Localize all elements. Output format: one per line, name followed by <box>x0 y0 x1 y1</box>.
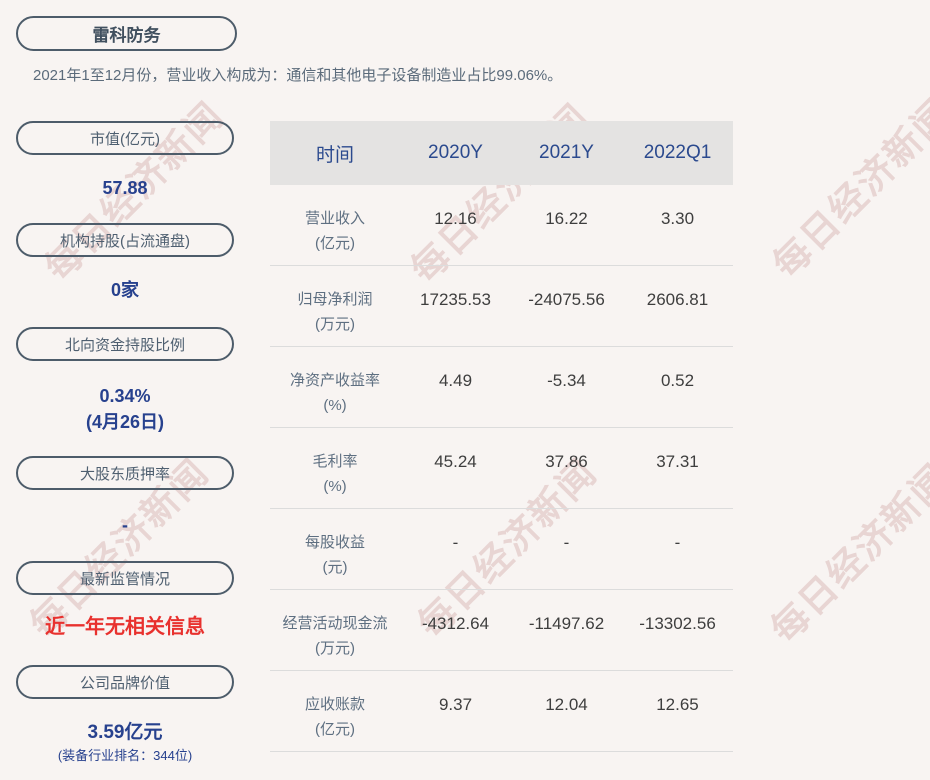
metric-value: 45.24 <box>434 452 477 471</box>
sidebar-pill-label: 大股东质押率 <box>79 465 170 483</box>
table-header-2022q1: 2022Q1 <box>643 142 712 163</box>
table-row: 营业收入 (亿元) 12.16 16.22 3.30 <box>270 185 733 266</box>
sidebar-pill-label: 北向资金持股比例 <box>64 336 185 354</box>
metric-value: -5.34 <box>547 371 586 390</box>
financial-table: 时间 2020Y 2021Y 2022Q1 营业收入 (亿元) 12.16 16… <box>270 121 733 752</box>
sidebar-pill-label: 市值(亿元) <box>90 130 160 148</box>
metric-name: 毛利率 <box>312 453 358 470</box>
metric-value: 12.04 <box>545 695 588 714</box>
metric-value: -13302.56 <box>639 614 716 633</box>
metric-value: 2606.81 <box>646 290 709 309</box>
metric-value: 16.22 <box>545 209 588 228</box>
sidebar-pill-northbound-ratio: 北向资金持股比例 <box>16 327 234 361</box>
metric-value: 0.52 <box>660 371 695 390</box>
metric-value: 9.37 <box>438 695 473 714</box>
metric-unit: (万元) <box>315 640 355 657</box>
table-header-2020y: 2020Y <box>428 142 483 163</box>
sidebar-pill-regulatory-status: 最新监管情况 <box>16 561 234 595</box>
metric-label: 归母净利润 (万元) <box>270 287 400 346</box>
sidebar-pill-label: 最新监管情况 <box>79 570 170 588</box>
metric-unit: (%) <box>323 397 347 414</box>
watermark-text: 每日经济新闻 <box>763 456 930 651</box>
metric-value: 17235.53 <box>420 290 491 309</box>
table-row: 经营活动现金流 (万元) -4312.64 -11497.62 -13302.5… <box>270 590 733 671</box>
metric-value: -24075.56 <box>528 290 605 309</box>
table-row: 每股收益 (元) - - - <box>270 509 733 590</box>
northbound-ratio-value: 0.34% (4月26日) <box>16 383 234 435</box>
pledge-ratio-value: - <box>122 515 128 535</box>
metric-value: 37.86 <box>545 452 588 471</box>
metric-value: - <box>563 533 570 552</box>
metric-name: 经营活动现金流 <box>282 615 388 632</box>
table-header-time: 时间 <box>315 144 354 166</box>
sidebar-pill-brand-value: 公司品牌价值 <box>16 665 234 699</box>
table-row: 毛利率 (%) 45.24 37.86 37.31 <box>270 428 733 509</box>
table-row: 应收账款 (亿元) 9.37 12.04 12.65 <box>270 671 733 752</box>
sidebar-pill-label: 公司品牌价值 <box>79 674 170 692</box>
metric-value: 12.16 <box>434 209 477 228</box>
metric-value: 12.65 <box>656 695 699 714</box>
metric-label: 应收账款 (亿元) <box>270 692 400 751</box>
sidebar-pill-label: 机构持股(占流通盘) <box>60 232 190 250</box>
northbound-ratio-date: (4月26日) <box>85 412 165 432</box>
table-row: 净资产收益率 (%) 4.49 -5.34 0.52 <box>270 347 733 428</box>
metric-label: 经营活动现金流 (万元) <box>270 611 400 670</box>
company-name-pill: 雷科防务 <box>16 16 237 51</box>
metric-label: 每股收益 (元) <box>270 530 400 589</box>
table-header-row: 时间 2020Y 2021Y 2022Q1 <box>270 121 733 185</box>
brand-value-amount: 3.59亿元 <box>87 722 163 743</box>
metric-unit: (万元) <box>315 316 355 333</box>
metric-unit: (%) <box>323 478 347 495</box>
sidebar-pill-institutional-holdings: 机构持股(占流通盘) <box>16 223 234 257</box>
financial-infographic: 每日经济新闻 每日经济新闻 每日经济新闻 每日经济新闻 每日经济新闻 每日经济新… <box>0 0 930 780</box>
metric-name: 归母净利润 <box>297 291 373 308</box>
northbound-ratio-percent: 0.34% <box>99 386 151 406</box>
metric-value: - <box>452 533 459 552</box>
metric-name: 营业收入 <box>304 210 365 227</box>
market-cap-value: 57.88 <box>102 178 148 198</box>
sidebar-pill-market-cap: 市值(亿元) <box>16 121 234 155</box>
metric-value: 3.30 <box>660 209 695 228</box>
metric-unit: (亿元) <box>315 235 355 252</box>
institutional-holdings-value: 0家 <box>110 280 139 300</box>
metric-label: 营业收入 (亿元) <box>270 206 400 265</box>
regulatory-status-value: 近一年无相关信息 <box>45 616 205 638</box>
metric-value: -11497.62 <box>528 614 605 633</box>
metric-unit: (亿元) <box>315 721 355 738</box>
metric-unit: (元) <box>322 559 348 576</box>
metric-label: 毛利率 (%) <box>270 449 400 508</box>
metric-value: - <box>674 533 681 552</box>
revenue-composition-subtitle: 2021年1至12月份，营业收入构成为：通信和其他电子设备制造业占比99.06%… <box>33 67 563 84</box>
company-name: 雷科防务 <box>92 26 161 45</box>
metric-name: 应收账款 <box>304 696 365 713</box>
metric-name: 每股收益 <box>304 534 365 551</box>
table-header-2021y: 2021Y <box>539 142 594 163</box>
table-row: 归母净利润 (万元) 17235.53 -24075.56 2606.81 <box>270 266 733 347</box>
brand-value-rank: (装备行业排名：344位) <box>57 748 193 763</box>
metric-value: -4312.64 <box>421 614 490 633</box>
watermark-text: 每日经济新闻 <box>765 91 930 286</box>
metric-value: 37.31 <box>656 452 699 471</box>
metric-name: 净资产收益率 <box>289 372 380 389</box>
sidebar-pill-pledge-ratio: 大股东质押率 <box>16 456 234 490</box>
metric-value: 4.49 <box>438 371 473 390</box>
metric-label: 净资产收益率 (%) <box>270 368 400 427</box>
